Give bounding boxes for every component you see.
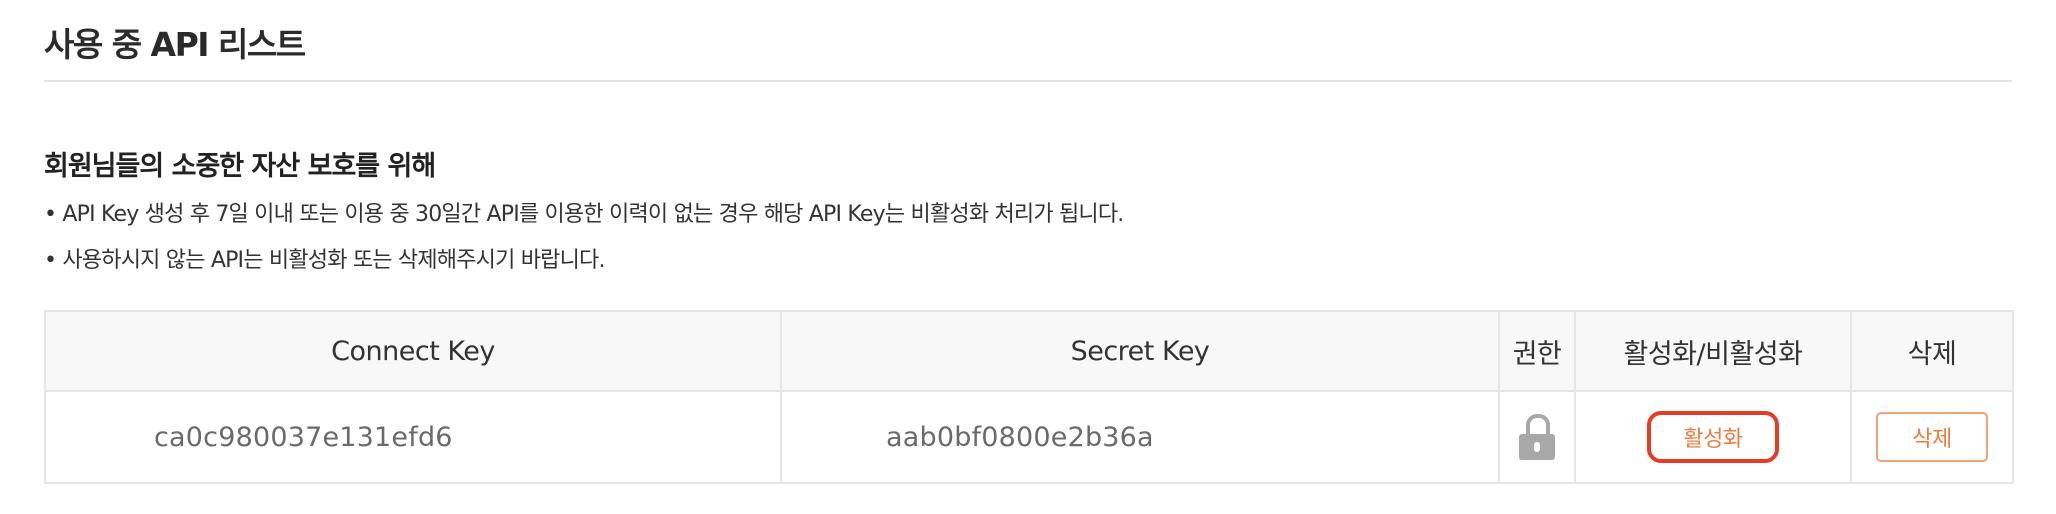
- api-key-table: Connect Key Secret Key 권한 활성화/비활성화 삭제 ca…: [44, 310, 2014, 484]
- table-header-row: Connect Key Secret Key 권한 활성화/비활성화 삭제: [44, 310, 2014, 392]
- notice-line-recommendation: • 사용하시지 않는 API는 비활성화 또는 삭제해주시기 바랍니다.: [44, 248, 606, 273]
- notice-title: 회원님들의 소중한 자산 보호를 위해: [44, 151, 436, 182]
- header-activation: 활성화/비활성화: [1574, 310, 1852, 392]
- notice-line-inactive-policy: • API Key 생성 후 7일 이내 또는 이용 중 30일간 API를 이…: [44, 202, 1124, 227]
- activate-button[interactable]: 활성화: [1647, 411, 1779, 463]
- permission-cell: [1498, 390, 1576, 484]
- header-permission: 권한: [1498, 310, 1576, 392]
- header-secret-key: Secret Key: [780, 310, 1500, 392]
- lock-icon: [1519, 414, 1555, 460]
- title-divider: [44, 80, 2012, 82]
- delete-cell: 삭제: [1850, 390, 2014, 484]
- activation-cell: 활성화: [1574, 390, 1852, 484]
- header-delete: 삭제: [1850, 310, 2014, 392]
- secret-key-value: aab0bf0800e2b36a: [780, 390, 1500, 484]
- connect-key-value: ca0c980037e131efd6: [44, 390, 782, 484]
- table-row: ca0c980037e131efd6 aab0bf0800e2b36a 활성화 …: [44, 390, 2014, 484]
- delete-button[interactable]: 삭제: [1876, 412, 1988, 462]
- header-connect-key: Connect Key: [44, 310, 782, 392]
- section-title: 사용 중 API 리스트: [44, 25, 306, 64]
